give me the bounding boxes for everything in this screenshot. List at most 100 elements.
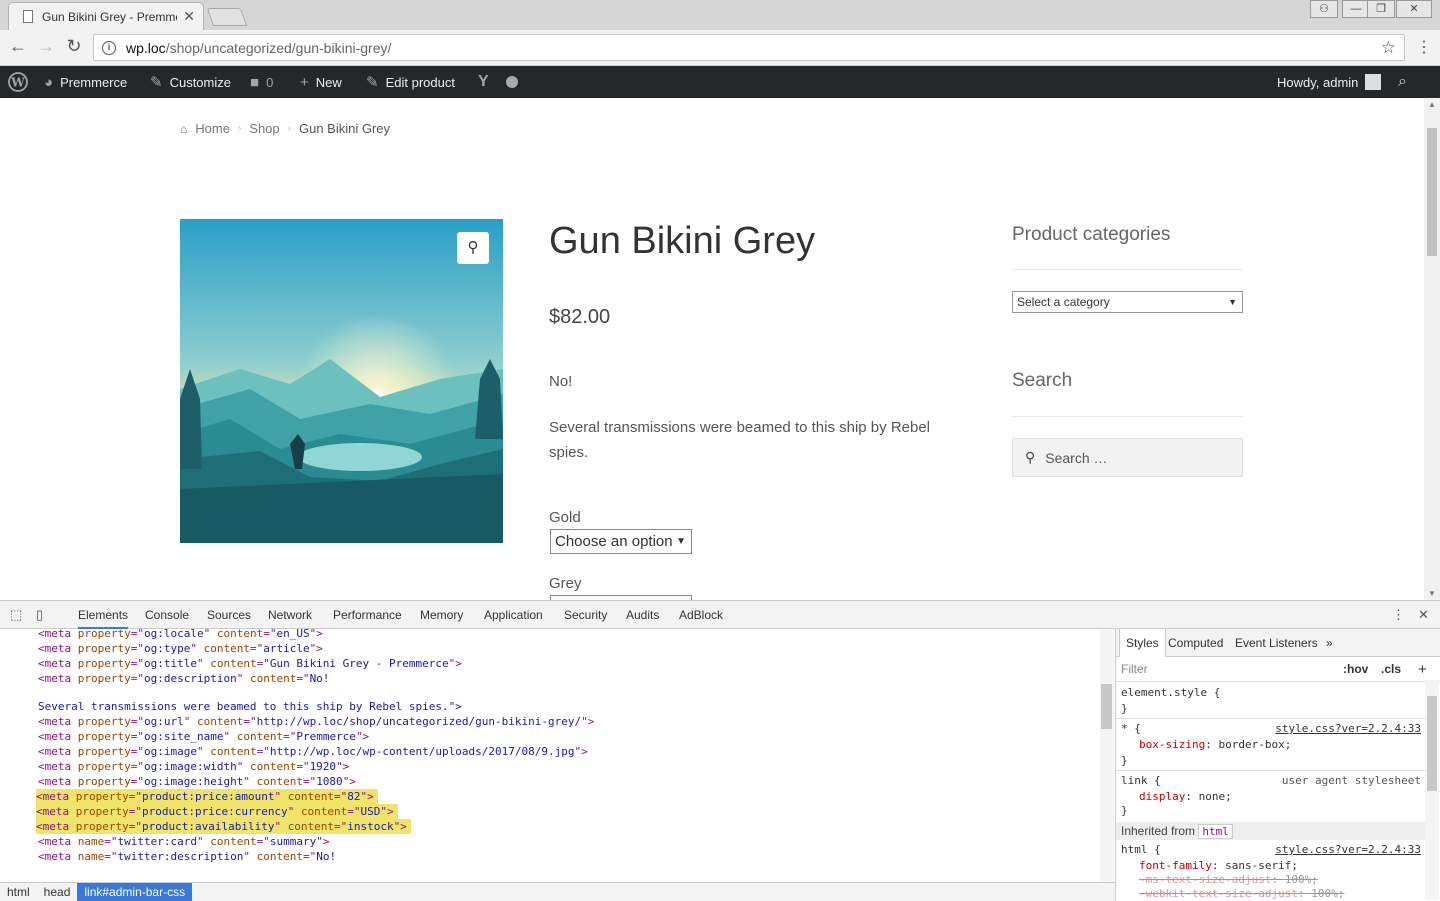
inspect-element-icon[interactable]: ⬚ — [10, 607, 22, 623]
cls-toggle[interactable]: .cls — [1381, 657, 1401, 682]
close-window-button[interactable]: ✕ — [1396, 0, 1432, 18]
wordpress-logo-icon[interactable]: W — [8, 66, 28, 98]
address-bar[interactable]: i wp.loc/shop/uncategorized/gun-bikini-g… — [93, 34, 1405, 61]
devtools-tab-application[interactable]: Application — [484, 601, 543, 629]
customize-link[interactable]: ✎ Customize — [150, 66, 231, 98]
rule-star-selector[interactable]: * { — [1121, 722, 1141, 735]
info-icon[interactable]: i — [102, 40, 116, 55]
minimize-button[interactable]: — — [1342, 0, 1370, 18]
devtools-tab-console[interactable]: Console — [145, 601, 189, 629]
breadcrumb-home[interactable]: Home — [195, 121, 230, 136]
dom-node[interactable]: <meta property="og:image:height" content… — [38, 774, 356, 789]
url-text[interactable]: wp.loc/shop/uncategorized/gun-bikini-gre… — [126, 40, 391, 56]
styles-scrollbar[interactable] — [1425, 680, 1439, 900]
dom-scrollbar[interactable] — [1100, 629, 1114, 882]
scrollbar-thumb[interactable] — [1427, 696, 1437, 791]
scrollbar-thumb[interactable] — [1101, 684, 1112, 729]
edit-product-link[interactable]: ✎ Edit product — [366, 66, 455, 98]
markup-token: content — [210, 657, 257, 670]
crumb-head[interactable]: head — [37, 883, 78, 901]
tab-computed[interactable]: Computed — [1168, 629, 1223, 657]
devtools-tab-performance[interactable]: Performance — [333, 601, 402, 629]
inherited-tag[interactable]: html — [1198, 824, 1233, 839]
dom-node[interactable]: <meta name="twitter:description" content… — [38, 849, 336, 864]
profile-icon[interactable]: ⚇ — [1310, 0, 1338, 18]
dom-node[interactable]: <meta property="og:title" content="Gun B… — [38, 656, 462, 671]
back-icon[interactable]: ← — [6, 36, 30, 57]
markup-token: =" — [296, 760, 310, 773]
forward-icon[interactable]: → — [34, 36, 58, 57]
hov-toggle[interactable]: :hov — [1343, 657, 1368, 682]
product-search-input[interactable]: ⚲ Search … — [1012, 438, 1243, 477]
dom-node[interactable]: <meta property="og:url" content="http://… — [38, 714, 594, 729]
new-tab-button[interactable] — [206, 8, 248, 26]
rule-link-decl[interactable]: display: none; — [1139, 790, 1232, 803]
rule-star-source[interactable]: style.css?ver=2.2.4:33 — [1275, 722, 1421, 735]
dom-node[interactable]: <meta property="og:locale" content="en_U… — [38, 629, 323, 641]
markup-token: "> — [342, 775, 356, 788]
crumb-selected[interactable]: link#admin-bar-css — [77, 883, 193, 901]
dom-node-highlighted[interactable]: <meta property="product:price:amount" co… — [36, 789, 378, 804]
devtools-tab-memory[interactable]: Memory — [420, 601, 463, 629]
crumb-html[interactable]: html — [0, 883, 37, 901]
markup-token: " — [183, 715, 197, 728]
rule-html-decl-overridden[interactable]: -webkit-text-size-adjust: 100%; — [1139, 887, 1344, 900]
dom-node-highlighted[interactable]: <meta property="product:price:currency" … — [36, 804, 398, 819]
rule-html-selector[interactable]: html { — [1121, 843, 1161, 856]
browser-menu-icon[interactable]: ⋮ — [1416, 37, 1432, 57]
variation-gold-select[interactable]: Choose an option ▼ — [550, 529, 692, 554]
markup-token: <meta — [38, 715, 78, 728]
dom-node-highlighted[interactable]: <meta property="product:availability" co… — [36, 819, 411, 834]
more-tabs-icon[interactable]: » — [1326, 629, 1333, 657]
restore-button[interactable]: ❐ — [1367, 0, 1395, 18]
elements-dom-tree[interactable]: <meta property="og:locale" content="en_U… — [0, 629, 1100, 882]
dom-text-node[interactable]: Several transmissions were beamed to thi… — [38, 699, 462, 714]
breadcrumb-separator: › — [287, 123, 291, 134]
dom-node[interactable]: <meta property="og:type" content="articl… — [38, 641, 323, 656]
devtools-tab-adblock[interactable]: AdBlock — [679, 601, 723, 629]
category-select[interactable]: Select a category ▼ — [1012, 291, 1243, 313]
product-image[interactable] — [180, 219, 503, 543]
my-account-link[interactable]: Howdy, admin — [1277, 66, 1382, 98]
dashboard-icon: ◕ — [44, 73, 54, 91]
reload-icon[interactable]: ↻ — [62, 36, 86, 57]
zoom-icon[interactable]: ⚲ — [457, 232, 489, 264]
tab-event-listeners[interactable]: Event Listeners — [1235, 629, 1318, 657]
rule-html-decl[interactable]: font-family: sans-serif; — [1139, 859, 1298, 872]
dom-node[interactable]: <meta property="og:image" content="http:… — [38, 744, 588, 759]
yoast-seo-icon[interactable]: Y — [478, 66, 489, 98]
markup-token: =" — [128, 790, 142, 803]
site-name-link[interactable]: ◕ Premmerce — [44, 66, 127, 98]
add-rule-icon[interactable]: + — [1418, 657, 1427, 682]
page-scrollbar[interactable]: ▲ ▼ — [1424, 98, 1440, 600]
rule-element-style[interactable]: element.style { — [1121, 686, 1220, 699]
search-icon[interactable]: ⌕ — [1398, 66, 1407, 98]
seo-status-dot-icon[interactable] — [506, 66, 518, 98]
dom-node[interactable]: <meta property="og:description" content=… — [38, 671, 329, 686]
browser-tab[interactable]: Gun Bikini Grey - Premmerce ✕ — [8, 2, 204, 30]
scrollbar-thumb[interactable] — [1427, 128, 1437, 256]
devtools-tab-network[interactable]: Network — [268, 601, 312, 629]
markup-token: content — [300, 805, 348, 818]
device-toolbar-icon[interactable]: ▯ — [36, 607, 43, 623]
rule-link-selector[interactable]: link { — [1121, 774, 1161, 787]
breadcrumb-shop[interactable]: Shop — [249, 121, 279, 136]
tab-styles[interactable]: Styles — [1119, 629, 1166, 657]
rule-html-decl-overridden[interactable]: -ms-text-size-adjust: 100%; — [1139, 873, 1318, 886]
dom-node[interactable]: <meta property="og:image:width" content=… — [38, 759, 349, 774]
dom-node[interactable]: <meta property="og:site_name" content="P… — [38, 729, 369, 744]
rule-html-source[interactable]: style.css?ver=2.2.4:33 — [1275, 843, 1421, 856]
devtools-tab-security[interactable]: Security — [564, 601, 607, 629]
comments-link[interactable]: ■ 0 — [250, 66, 273, 98]
styles-filter-input[interactable]: Filter :hov .cls + — [1116, 657, 1440, 682]
devtools-close-icon[interactable]: ✕ — [1418, 607, 1429, 623]
close-tab-icon[interactable]: ✕ — [183, 8, 195, 25]
devtools-menu-icon[interactable]: ⋮ — [1392, 607, 1405, 623]
new-content-link[interactable]: + New — [300, 66, 342, 98]
dom-node[interactable]: <meta name="twitter:card" content="summa… — [38, 834, 329, 849]
devtools-tab-sources[interactable]: Sources — [207, 601, 251, 629]
devtools-tab-audits[interactable]: Audits — [626, 601, 659, 629]
devtools-tab-elements[interactable]: Elements — [78, 601, 129, 629]
bookmark-star-icon[interactable]: ☆ — [1381, 38, 1396, 58]
rule-star-decl[interactable]: box-sizing: border-box; — [1139, 738, 1291, 751]
